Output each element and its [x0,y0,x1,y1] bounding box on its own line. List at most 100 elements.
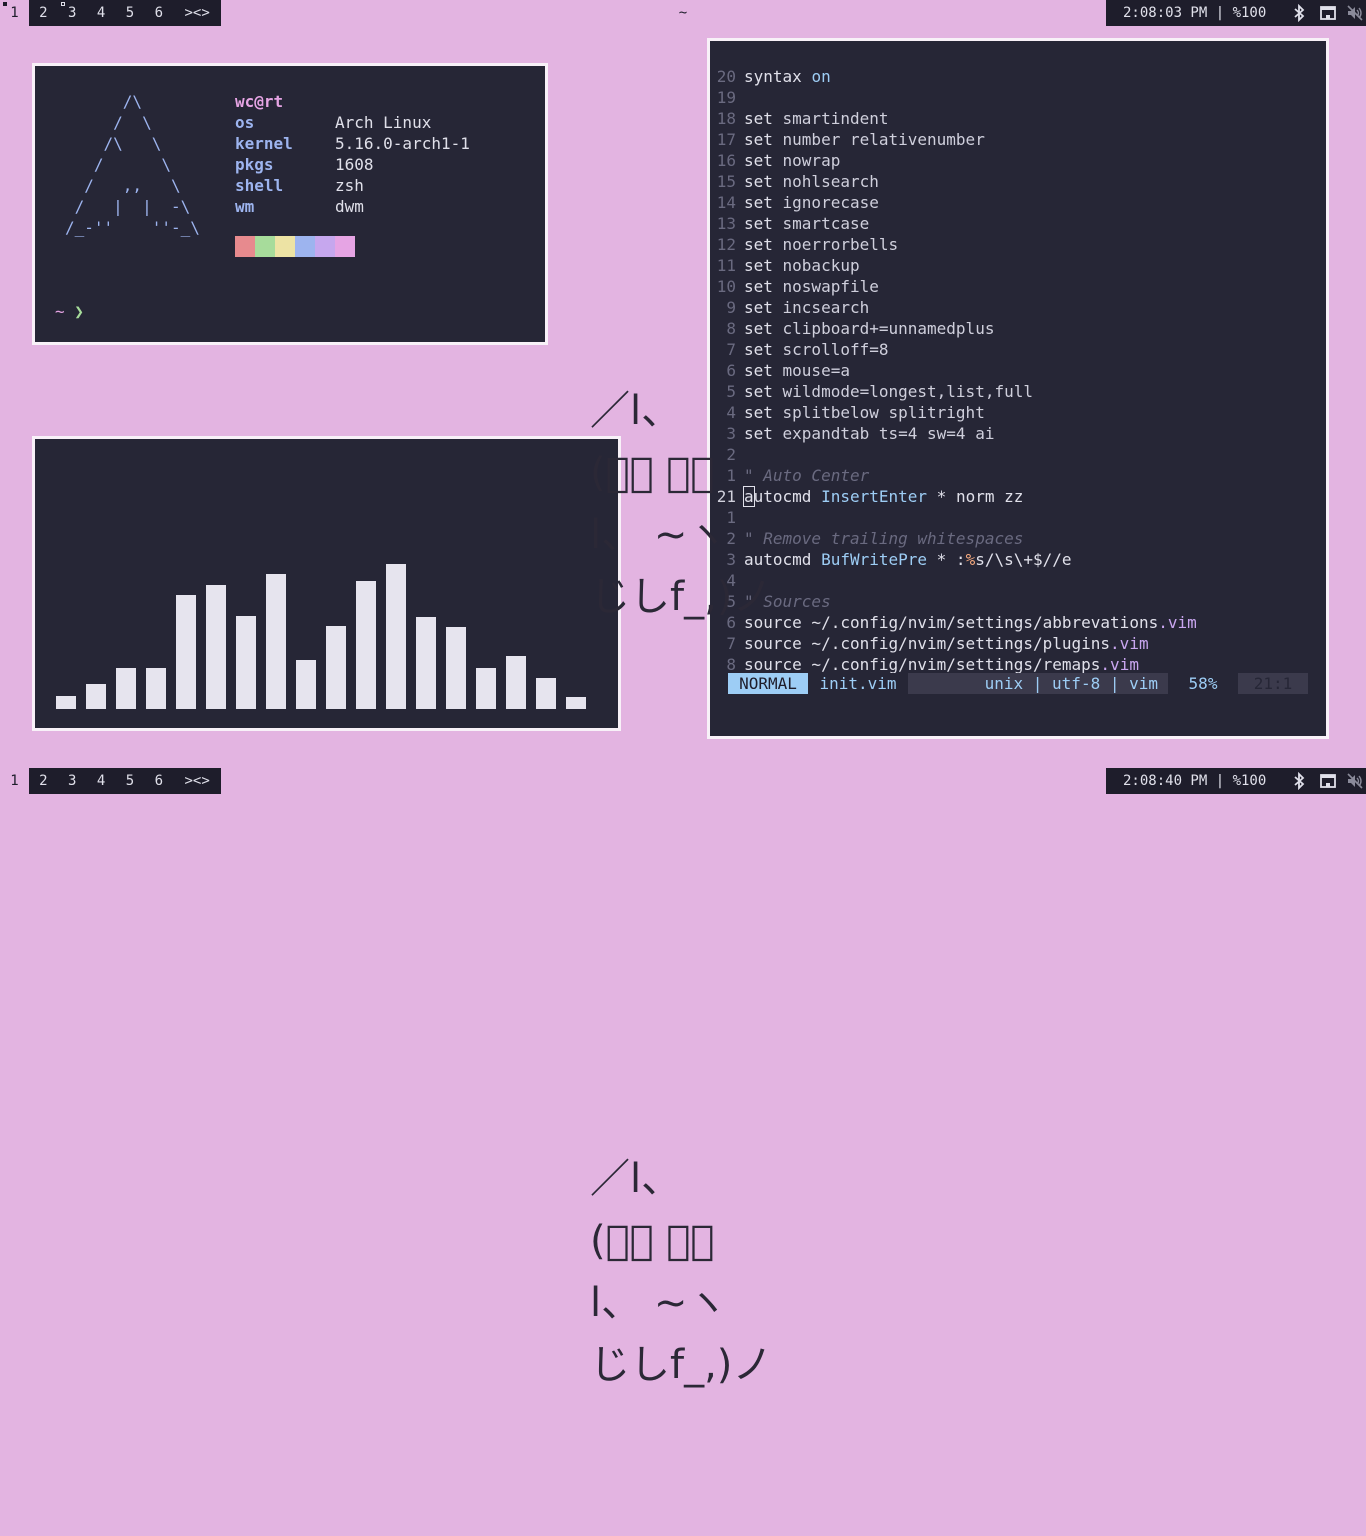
tag-4[interactable]: 4 [87,768,116,794]
tag-3[interactable]: 3 [58,768,87,794]
code-token: BufWritePre [821,550,928,569]
line-number: 11 [716,256,736,275]
prompt-dir: ~ [55,302,65,321]
visualizer-bar [416,617,436,709]
visualizer-bar [446,627,466,709]
code-token: set [744,298,783,317]
code-token: set [744,319,783,338]
tag-4[interactable]: 4 [87,0,116,26]
code-token: .vim [1158,613,1197,632]
shell-prompt[interactable]: ~ ❯ [55,301,84,322]
prompt-arrow: ❯ [74,302,84,321]
visualizer-bars [56,439,596,709]
network-icon [1320,774,1336,788]
bluetooth-icon [1294,772,1305,790]
code-token: * : [927,550,966,569]
code-token: clipboard+=unnamedplus [782,319,995,338]
tag-label: 3 [67,5,77,21]
line-number: 19 [716,88,736,107]
code-token: mouse=a [782,361,850,380]
code-token: splitbelow splitright [782,403,985,422]
visualizer-bar [86,684,106,709]
tag-5[interactable]: 5 [116,0,145,26]
code-token: .vim [1100,655,1139,674]
code-token: wildmode=longest,list,full [782,382,1033,401]
volume-muted-icon [1347,773,1363,789]
tag-2[interactable]: 2 [29,0,58,26]
visualizer-bar [326,626,346,709]
tag-3[interactable]: 3 [58,0,87,26]
code-token: set [744,214,783,233]
line-number: 9 [726,298,736,317]
tag-6[interactable]: 6 [144,0,173,26]
layout-indicator[interactable]: ><> [173,0,221,26]
code-line: 7 set scrolloff=8 [704,339,889,360]
code-token: set [744,151,783,170]
visualizer-bar [116,668,136,709]
tag-list: 1 2 3 4 5 6 ><> [0,0,221,26]
code-token: set [744,193,783,212]
tag-occupied-indicator [3,2,7,6]
code-token: .vim [1110,634,1149,653]
status-area: 2:08:40 PM | %100 [1106,768,1366,794]
code-line: 12 set noerrorbells [704,234,898,255]
audio-visualizer-window[interactable] [32,436,621,731]
file-name: init.vim [808,673,908,694]
code-token: number relativenumber [782,130,985,149]
visualizer-bar [206,585,226,709]
tag-label: 1 [10,773,19,789]
palette-swatch [255,236,275,257]
code-token: set [744,172,783,191]
fetch-value-kernel: 5.16.0-arch1-1 [335,134,470,153]
tag-occupied-indicator [60,2,65,6]
clock-battery-text: 2:08:03 PM | %100 [1123,5,1267,21]
visualizer-bar [146,668,166,709]
code-token: scrolloff=8 [782,340,889,359]
code-token: nobackup [782,256,860,275]
tag-1[interactable]: 1 [0,768,29,794]
tag-label: 6 [154,773,164,789]
code-line: 10 set noswapfile [704,276,879,297]
volume-muted-icon [1347,5,1363,21]
code-token: source ~/.config/nvim/settings/plugins [744,634,1111,653]
tag-6[interactable]: 6 [144,768,173,794]
code-line: 8 source ~/.config/nvim/settings/remaps.v… [704,654,1139,675]
code-line: 20 syntax on [704,66,831,87]
code-line: 6 set mouse=a [704,360,850,381]
kaomoji-wallpaper-top: ／l、 (ﾟ､ ｡７ l、 ~ヽ じしf_,)ノ [590,388,773,620]
nvim-editor-window[interactable]: 20 syntax on 19 18 set smartindent 17 set numb… [707,38,1329,739]
tag-5[interactable]: 5 [116,768,145,794]
code-line: 14 set ignorecase [704,192,879,213]
code-token: nohlsearch [782,172,879,191]
line-number: 7 [726,340,736,359]
line-number: 14 [716,193,736,212]
visualizer-bar [176,595,196,709]
vim-statusline: NORMAL init.vim unix | utf-8 | vim 58% 2… [728,673,1308,694]
visualizer-bar [386,564,406,709]
tag-label: 5 [125,5,135,21]
layout-symbol: ><> [184,773,210,789]
tag-label: 2 [39,5,48,21]
tag-label: 5 [125,773,135,789]
code-token: noerrorbells [782,235,899,254]
fetch-terminal-window[interactable]: /\ / \ /\ \ / \ / ,, \ / | | -\ /_-'' ''… [32,63,548,345]
kaomoji-wallpaper-bottom: ／l、 (ﾟ､ ｡７ l、 ~ヽ じしf_,)ノ [590,1156,773,1388]
code-line: 16 set nowrap [704,150,841,171]
fetch-key-shell: shell [235,176,284,195]
code-line: 6 source ~/.config/nvim/settings/abbrevat… [704,612,1197,633]
tag-1[interactable]: 1 [0,0,29,26]
code-token: set [744,109,783,128]
tag-2[interactable]: 2 [29,768,58,794]
fetch-value-shell: zsh [335,176,364,195]
line-number: 6 [726,361,736,380]
fetch-value-wm: dwm [335,197,364,216]
visualizer-bar [566,697,586,709]
line-number: 10 [716,277,736,296]
fetch-key-wm: wm [235,197,255,216]
code-token: smartindent [782,109,889,128]
fetch-value-pkgs: 1608 [335,155,374,174]
visualizer-bar [476,668,496,709]
clock-battery-text: 2:08:40 PM | %100 [1123,773,1267,789]
code-line: 8 set clipboard+=unnamedplus [704,318,994,339]
layout-indicator[interactable]: ><> [173,768,221,794]
